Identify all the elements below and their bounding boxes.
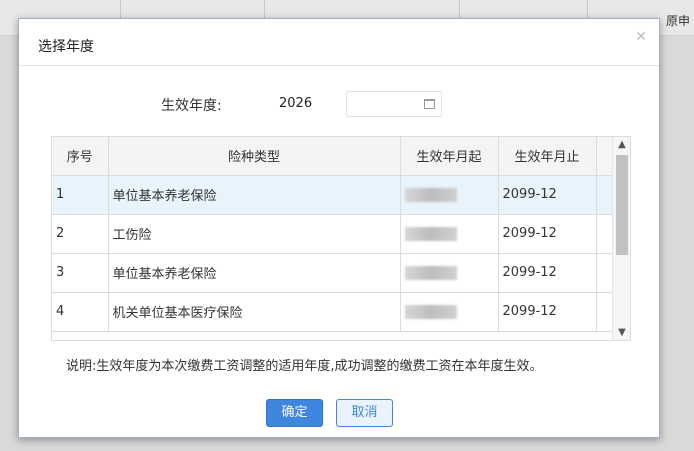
row-end: 2099-12 <box>498 214 597 254</box>
year-picker-input[interactable] <box>346 91 442 117</box>
table-row[interactable]: 2 工伤险 2099-12 <box>52 214 614 254</box>
table-header-row: 序号 险种类型 生效年月起 生效年月止 <box>52 137 614 176</box>
column-header-no: 序号 <box>52 137 109 176</box>
column-header-start: 生效年月起 <box>400 137 499 176</box>
scroll-thumb[interactable] <box>616 155 628 255</box>
redacted-value <box>404 187 457 202</box>
background-column-label: 原申 <box>666 14 691 28</box>
explanation-note: 说明:生效年度为本次缴费工资调整的适用年度,成功调整的缴费工资在本年度生效。 <box>66 359 543 374</box>
table-scrollbar[interactable]: ▲ ▼ <box>612 137 630 340</box>
row-start-redacted <box>400 175 499 215</box>
column-header-end: 生效年月止 <box>498 137 597 176</box>
row-no: 3 <box>52 253 109 293</box>
row-type: 单位基本养老保险 <box>108 175 401 215</box>
dialog-title: 选择年度 <box>38 39 94 55</box>
redacted-value <box>404 304 457 319</box>
redacted-value <box>404 226 457 241</box>
close-icon[interactable]: ✕ <box>635 29 647 45</box>
select-year-dialog: 选择年度 ✕ 生效年度: 2026 序号 险种类型 生效年月起 生效年月止 1 … <box>18 18 660 438</box>
row-end: 2099-12 <box>498 175 597 215</box>
row-start-redacted <box>400 292 499 332</box>
table-row[interactable]: 1 单位基本养老保险 2099-12 <box>52 175 614 215</box>
dialog-header: 选择年度 ✕ <box>19 19 659 66</box>
row-no: 1 <box>52 175 109 215</box>
row-type: 机关单位基本医疗保险 <box>108 292 401 332</box>
insurance-table: 序号 险种类型 生效年月起 生效年月止 1 单位基本养老保险 2099-12 2 <box>51 136 631 341</box>
calendar-icon[interactable] <box>424 99 435 109</box>
effective-year-label: 生效年度: <box>161 98 222 114</box>
row-end: 2099-12 <box>498 253 597 293</box>
column-divider <box>264 0 265 18</box>
row-start-redacted <box>400 214 499 254</box>
row-type: 单位基本养老保险 <box>108 253 401 293</box>
effective-year-value: 2026 <box>279 96 313 111</box>
row-no: 2 <box>52 214 109 254</box>
cancel-button[interactable]: 取消 <box>336 399 393 427</box>
row-start-redacted <box>400 253 499 293</box>
row-type: 工伤险 <box>108 214 401 254</box>
column-divider <box>120 0 121 18</box>
column-divider <box>459 0 460 18</box>
redacted-value <box>404 265 457 280</box>
scroll-up-icon[interactable]: ▲ <box>613 139 630 150</box>
column-header-type: 险种类型 <box>108 137 401 176</box>
table-row[interactable]: 4 机关单位基本医疗保险 2099-12 <box>52 292 614 332</box>
confirm-button[interactable]: 确定 <box>266 399 323 427</box>
column-divider <box>587 0 588 18</box>
scroll-down-icon[interactable]: ▼ <box>613 327 630 338</box>
table-row[interactable]: 3 单位基本养老保险 2099-12 <box>52 253 614 293</box>
row-end: 2099-12 <box>498 292 597 332</box>
row-no: 4 <box>52 292 109 332</box>
